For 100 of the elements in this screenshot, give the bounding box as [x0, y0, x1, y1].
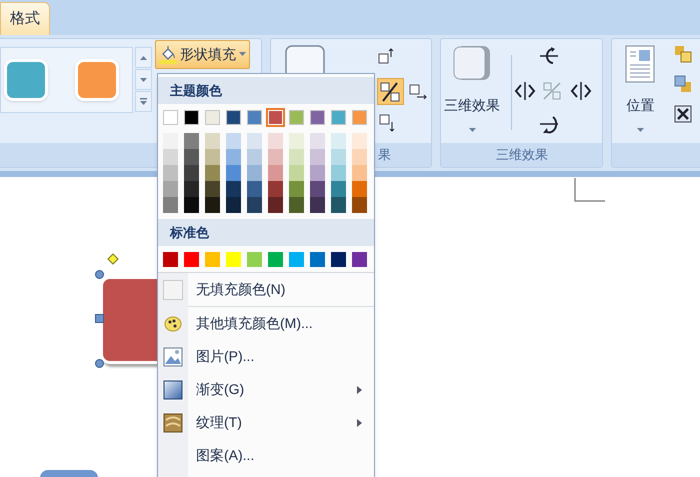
shade-swatch[interactable]: [226, 133, 241, 149]
shade-swatch[interactable]: [226, 181, 241, 197]
color-swatch[interactable]: [331, 110, 346, 125]
menu-item[interactable]: 图案(A)...: [158, 439, 374, 472]
color-swatch[interactable]: [331, 252, 346, 267]
shade-swatch[interactable]: [268, 197, 283, 213]
shade-swatch[interactable]: [226, 149, 241, 165]
shade-swatch[interactable]: [184, 149, 199, 165]
gallery-more-button[interactable]: [135, 91, 152, 112]
shade-swatch[interactable]: [352, 165, 367, 181]
shade-swatch[interactable]: [331, 149, 346, 165]
nudge-right-icon[interactable]: [408, 83, 427, 101]
shade-swatch[interactable]: [184, 197, 199, 213]
bring-forward-icon[interactable]: [674, 45, 692, 63]
landscape-picture-icon: [163, 346, 183, 366]
shade-swatch[interactable]: [331, 181, 346, 197]
shape-fill-button[interactable]: 形状填充: [155, 40, 250, 69]
shade-swatch[interactable]: [268, 149, 283, 165]
shade-swatch[interactable]: [289, 149, 304, 165]
color-swatch[interactable]: [163, 110, 178, 125]
menu-item[interactable]: 图片(P)...: [158, 340, 374, 373]
resize-handle[interactable]: [95, 270, 104, 279]
color-swatch[interactable]: [184, 252, 199, 267]
shade-swatch[interactable]: [268, 165, 283, 181]
shade-swatch[interactable]: [247, 133, 262, 149]
color-swatch[interactable]: [247, 252, 262, 267]
tilt-right-icon[interactable]: [570, 80, 592, 102]
menu-item[interactable]: 无填充颜色(N): [158, 273, 374, 306]
shade-swatch[interactable]: [268, 181, 283, 197]
tilt-left-icon[interactable]: [514, 80, 536, 102]
shade-swatch[interactable]: [163, 181, 178, 197]
shade-swatch[interactable]: [310, 133, 325, 149]
shade-swatch[interactable]: [205, 133, 220, 149]
color-swatch[interactable]: [352, 110, 367, 125]
color-swatch[interactable]: [310, 110, 325, 125]
shade-swatch[interactable]: [184, 181, 199, 197]
shade-swatch[interactable]: [289, 165, 304, 181]
color-swatch[interactable]: [184, 110, 199, 125]
shade-swatch[interactable]: [205, 149, 220, 165]
shade-swatch[interactable]: [310, 181, 325, 197]
position-button[interactable]: 位置: [616, 39, 664, 143]
nudge-up-icon[interactable]: [376, 48, 395, 66]
shade-swatch[interactable]: [163, 197, 178, 213]
shade-swatch[interactable]: [310, 165, 325, 181]
shade-swatch[interactable]: [352, 133, 367, 149]
shade-swatch[interactable]: [268, 133, 283, 149]
shade-swatch[interactable]: [331, 133, 346, 149]
shade-swatch[interactable]: [163, 149, 178, 165]
color-swatch[interactable]: [352, 252, 367, 267]
menu-item[interactable]: 渐变(G): [158, 373, 374, 406]
shade-swatch[interactable]: [310, 197, 325, 213]
shade-swatch[interactable]: [289, 133, 304, 149]
ribbon-tab[interactable]: 格式: [0, 2, 50, 35]
color-swatch[interactable]: [205, 110, 220, 125]
nudge-down-icon[interactable]: [378, 114, 397, 132]
shade-swatch[interactable]: [247, 149, 262, 165]
shade-swatch[interactable]: [163, 165, 178, 181]
color-swatch[interactable]: [289, 252, 304, 267]
shade-swatch[interactable]: [184, 133, 199, 149]
shade-swatch[interactable]: [226, 165, 241, 181]
color-swatch[interactable]: [205, 252, 220, 267]
color-swatch[interactable]: [163, 252, 178, 267]
shade-swatch[interactable]: [352, 197, 367, 213]
color-swatch[interactable]: [226, 110, 241, 125]
color-swatch[interactable]: [247, 110, 262, 125]
text-wrap-icon[interactable]: [674, 105, 692, 123]
shade-swatch[interactable]: [184, 165, 199, 181]
shade-swatch[interactable]: [226, 197, 241, 213]
send-backward-icon[interactable]: [674, 75, 692, 93]
adjust-handle[interactable]: [107, 253, 119, 265]
color-swatch[interactable]: [268, 252, 283, 267]
color-swatch[interactable]: [310, 252, 325, 267]
shade-swatch[interactable]: [247, 197, 262, 213]
shade-swatch[interactable]: [247, 165, 262, 181]
resize-handle[interactable]: [95, 359, 104, 368]
color-swatch[interactable]: [289, 110, 304, 125]
shadow-toggle-button[interactable]: [376, 78, 404, 105]
style-swatch[interactable]: [75, 59, 119, 101]
shade-swatch[interactable]: [310, 149, 325, 165]
shade-swatch[interactable]: [205, 165, 220, 181]
shade-swatch[interactable]: [352, 149, 367, 165]
shade-swatch[interactable]: [331, 165, 346, 181]
shade-swatch[interactable]: [205, 181, 220, 197]
three-d-toggle-icon[interactable]: [541, 80, 564, 102]
three-d-effects-button[interactable]: 三维效果: [441, 39, 504, 143]
shade-swatch[interactable]: [289, 197, 304, 213]
scroll-down-button[interactable]: [135, 69, 152, 90]
menu-item[interactable]: 其他填充颜色(M)...: [158, 307, 374, 340]
style-swatch[interactable]: [4, 59, 48, 101]
shade-swatch[interactable]: [331, 197, 346, 213]
menu-item[interactable]: 纹理(T): [158, 406, 374, 439]
color-swatch[interactable]: [226, 252, 241, 267]
tilt-up-icon[interactable]: [538, 45, 560, 67]
resize-handle[interactable]: [95, 314, 104, 323]
shade-swatch[interactable]: [163, 133, 178, 149]
shade-swatch[interactable]: [289, 181, 304, 197]
shade-swatch[interactable]: [352, 181, 367, 197]
scroll-up-button[interactable]: [135, 47, 152, 68]
shade-swatch[interactable]: [247, 181, 262, 197]
shade-swatch[interactable]: [205, 197, 220, 213]
